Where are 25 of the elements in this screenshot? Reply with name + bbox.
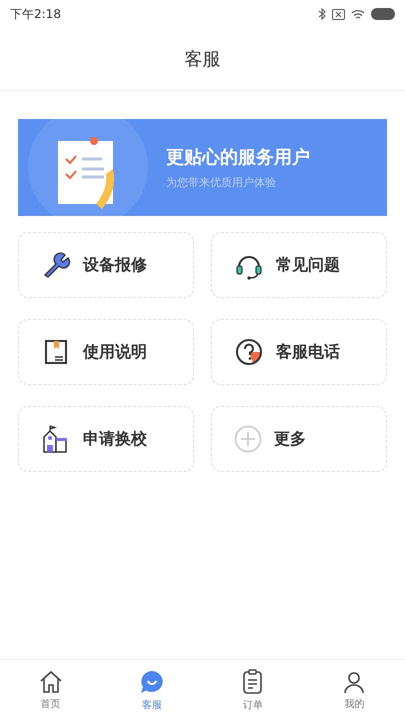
clipboard-icon <box>242 668 264 694</box>
banner-subtitle: 为您带来优质用户体验 <box>166 175 277 190</box>
service-tile[interactable]: 申请换校 <box>18 406 194 472</box>
wifi-icon <box>351 8 365 20</box>
sim-icon <box>332 8 345 20</box>
service-tile[interactable]: 使用说明 <box>18 319 194 385</box>
home-icon <box>38 670 64 694</box>
service-tile[interactable]: 设备报修 <box>18 232 194 298</box>
service-tile[interactable]: 更多 <box>211 406 387 472</box>
status-time: 下午2:18 <box>10 6 61 22</box>
battery-icon <box>371 8 395 20</box>
service-tile[interactable]: 常见问题 <box>211 232 387 298</box>
question-icon <box>234 337 264 367</box>
bluetooth-icon <box>318 8 326 20</box>
tab-item[interactable]: 首页 <box>0 660 102 720</box>
user-icon <box>342 670 366 694</box>
tab-item[interactable]: 订单 <box>202 660 304 720</box>
banner-headline: 更贴心的服务用户 <box>166 146 310 169</box>
wrench-icon <box>41 250 71 280</box>
service-tile[interactable]: 客服电话 <box>211 319 387 385</box>
tab-item[interactable]: 客服 <box>101 660 202 720</box>
chat-bubble-icon <box>138 668 165 694</box>
page-title: 客服 <box>184 48 220 71</box>
tab-item[interactable]: 我的 <box>304 660 405 720</box>
plus-icon <box>234 425 262 453</box>
